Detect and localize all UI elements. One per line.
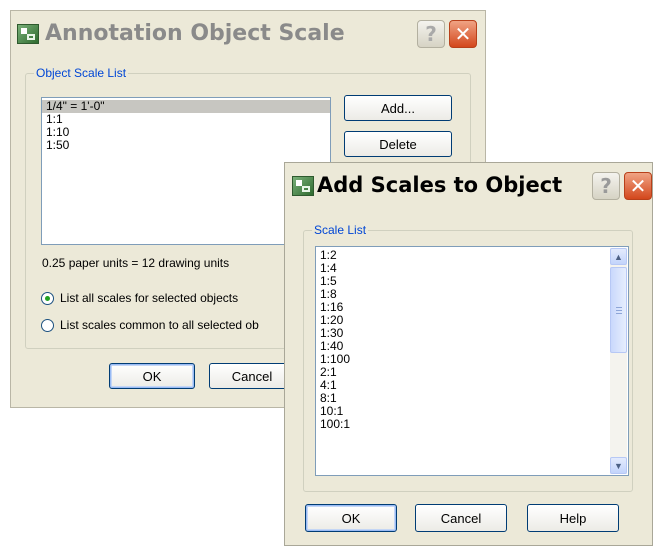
grip-icon (615, 306, 622, 314)
list-item[interactable]: 1:16 (316, 301, 609, 314)
list-item[interactable]: 1:50 (42, 139, 330, 152)
list-item[interactable]: 1:2 (316, 249, 609, 262)
radio-list-common[interactable]: List scales common to all selected ob (41, 318, 259, 332)
help-icon[interactable]: ? (417, 20, 445, 48)
list-item[interactable]: 1:1 (42, 113, 330, 126)
units-text: 0.25 paper units = 12 drawing units (42, 256, 230, 270)
vertical-scrollbar[interactable]: ▲ ▼ (610, 248, 627, 474)
title-bar[interactable]: Annotation Object Scale ? ✕ (11, 11, 485, 53)
radio-button[interactable] (41, 318, 54, 332)
cancel-button[interactable]: Cancel (209, 363, 295, 389)
add-scales-dialog: Add Scales to Object ? ✕ Scale List 1:2 … (284, 162, 653, 546)
list-item[interactable]: 1:5 (316, 275, 609, 288)
list-item[interactable]: 1:40 (316, 340, 609, 353)
close-icon[interactable]: ✕ (624, 172, 652, 200)
ok-button[interactable]: OK (305, 504, 397, 532)
help-icon[interactable]: ? (592, 172, 620, 200)
dialog-title: Add Scales to Object (317, 173, 563, 197)
list-item[interactable]: 10:1 (316, 405, 609, 418)
list-item[interactable]: 1:4 (316, 262, 609, 275)
ok-button[interactable]: OK (109, 363, 195, 389)
scroll-down-icon[interactable]: ▼ (610, 457, 627, 474)
add-button[interactable]: Add... (344, 95, 452, 121)
list-item[interactable]: 1:8 (316, 288, 609, 301)
list-item[interactable]: 100:1 (316, 418, 609, 431)
autocad-app-icon (17, 24, 39, 44)
list-item[interactable]: 1:10 (42, 126, 330, 139)
list-item[interactable]: 4:1 (316, 379, 609, 392)
scale-listbox[interactable]: 1:2 1:4 1:5 1:8 1:16 1:20 1:30 1:40 1:10… (315, 246, 629, 476)
scroll-thumb[interactable] (610, 267, 627, 353)
list-item[interactable]: 1:100 (316, 353, 609, 366)
close-icon[interactable]: ✕ (449, 20, 477, 48)
scroll-up-icon[interactable]: ▲ (610, 248, 627, 265)
radio-label: List all scales for selected objects (60, 291, 239, 305)
dialog-title: Annotation Object Scale (45, 21, 345, 46)
title-bar[interactable]: Add Scales to Object ? ✕ (285, 163, 652, 205)
group-label: Scale List (312, 223, 369, 237)
scale-list-items: 1:2 1:4 1:5 1:8 1:16 1:20 1:30 1:40 1:10… (316, 249, 609, 431)
list-item[interactable]: 1:20 (316, 314, 609, 327)
help-button[interactable]: Help (527, 504, 619, 532)
radio-list-all[interactable]: List all scales for selected objects (41, 291, 238, 305)
list-item[interactable]: 1/4" = 1'-0" (42, 100, 330, 113)
cancel-button[interactable]: Cancel (415, 504, 507, 532)
list-item[interactable]: 8:1 (316, 392, 609, 405)
list-item[interactable]: 2:1 (316, 366, 609, 379)
delete-button[interactable]: Delete (344, 131, 452, 157)
radio-button-checked[interactable] (41, 291, 54, 305)
radio-label: List scales common to all selected ob (60, 318, 259, 332)
list-item[interactable]: 1:30 (316, 327, 609, 340)
autocad-app-icon (292, 176, 314, 196)
group-label: Object Scale List (34, 66, 129, 80)
